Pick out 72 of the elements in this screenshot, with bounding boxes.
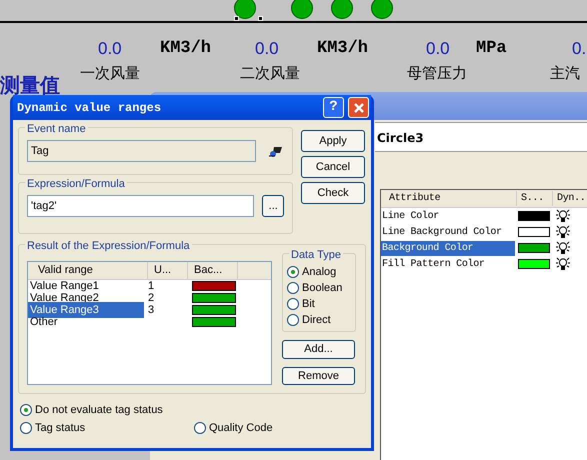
radio-label[interactable]: Bit [302, 296, 315, 312]
close-icon [352, 102, 364, 114]
radio-label[interactable]: Boolean [302, 280, 342, 296]
measurement-label: 主汽 [550, 63, 580, 84]
column-header[interactable]: Attribute [381, 191, 517, 206]
selection-handle[interactable] [258, 16, 263, 21]
radio-button[interactable] [20, 404, 32, 416]
color-swatch[interactable] [192, 317, 236, 327]
radio-label[interactable]: Do not evaluate tag status [35, 402, 163, 418]
column-header[interactable]: Bac... [188, 262, 238, 279]
color-swatch[interactable] [518, 243, 550, 253]
attribute-name[interactable]: Line Background Color [381, 224, 515, 240]
column-header[interactable]: Dyn... [553, 191, 587, 206]
color-swatch[interactable] [192, 305, 236, 315]
radio-button[interactable] [287, 314, 299, 326]
browse-button[interactable]: ... [262, 195, 284, 217]
help-button[interactable]: ? [323, 97, 344, 118]
unit-label: KM3/h [160, 38, 212, 60]
dialog-button[interactable]: Apply [301, 130, 365, 152]
attribute-name[interactable]: Fill Pattern Color [381, 256, 515, 272]
range-value: 1 [148, 278, 156, 293]
unit-label: KM3/h [317, 38, 368, 60]
light-bulb-icon[interactable] [556, 209, 570, 223]
radio-label[interactable]: Analog [302, 264, 336, 280]
radio-label[interactable]: Quality Code [209, 420, 273, 436]
color-swatch[interactable] [518, 259, 550, 269]
color-swatch[interactable] [192, 281, 236, 291]
measurement-label: 母管压力 [407, 63, 467, 84]
reading-value: 0.0 [426, 38, 450, 60]
light-bulb-icon[interactable] [556, 225, 570, 239]
color-swatch[interactable] [192, 293, 236, 303]
range-value: 2 [148, 290, 156, 305]
object-name-field[interactable]: Circle3 [375, 122, 587, 152]
attribute-name[interactable]: Background Color [381, 240, 515, 256]
dialog-button[interactable]: Cancel [301, 156, 365, 178]
reading-value: 0.0 [98, 38, 122, 60]
unit-label: MPa [476, 38, 507, 60]
color-swatch[interactable] [518, 227, 550, 237]
range-value: 3 [148, 302, 156, 318]
light-bulb-icon[interactable] [556, 241, 570, 255]
column-header[interactable]: U... [148, 262, 188, 279]
radio-button[interactable] [287, 298, 299, 310]
reading-value: 0. [572, 38, 586, 60]
color-swatch[interactable] [518, 211, 550, 221]
dialog-button[interactable]: Check [301, 182, 365, 204]
section-heading: 测量值 [0, 72, 60, 99]
radio-label[interactable]: Tag status [35, 420, 86, 436]
radio-button[interactable] [287, 266, 299, 278]
measurement-label: 一次风量 [80, 63, 140, 84]
radio-button[interactable] [194, 422, 206, 434]
expression-field[interactable]: 'tag2' [27, 195, 254, 217]
group-label: Expression/Formula [25, 176, 127, 192]
reading-value: 0.0 [255, 38, 279, 60]
range-name[interactable]: Value Range1 [28, 278, 144, 294]
group-label: Result of the Expression/Formula [25, 238, 192, 254]
radio-button[interactable] [287, 282, 299, 294]
group-label: Data Type [289, 247, 343, 264]
light-bulb-icon[interactable] [556, 257, 570, 271]
list-button[interactable]: Add... [282, 340, 355, 358]
radio-button[interactable] [20, 422, 32, 434]
tag-select-icon[interactable] [268, 144, 284, 158]
list-button[interactable]: Remove [282, 366, 355, 385]
column-header[interactable]: S... [517, 191, 553, 206]
close-button[interactable] [348, 97, 369, 118]
dialog-title: Dynamic value ranges [17, 100, 162, 116]
attribute-list[interactable]: Attribute S... Dyn... Line Color Line Background Color Background Color Fill Pattern Color [380, 189, 587, 460]
measurement-label: 二次风量 [240, 63, 300, 84]
range-name[interactable]: Value Range3 [28, 302, 144, 318]
radio-label[interactable]: Direct [302, 312, 331, 328]
selection-handle[interactable] [234, 16, 239, 21]
column-header[interactable]: Valid range [28, 262, 148, 279]
attribute-name[interactable]: Line Color [381, 208, 515, 224]
